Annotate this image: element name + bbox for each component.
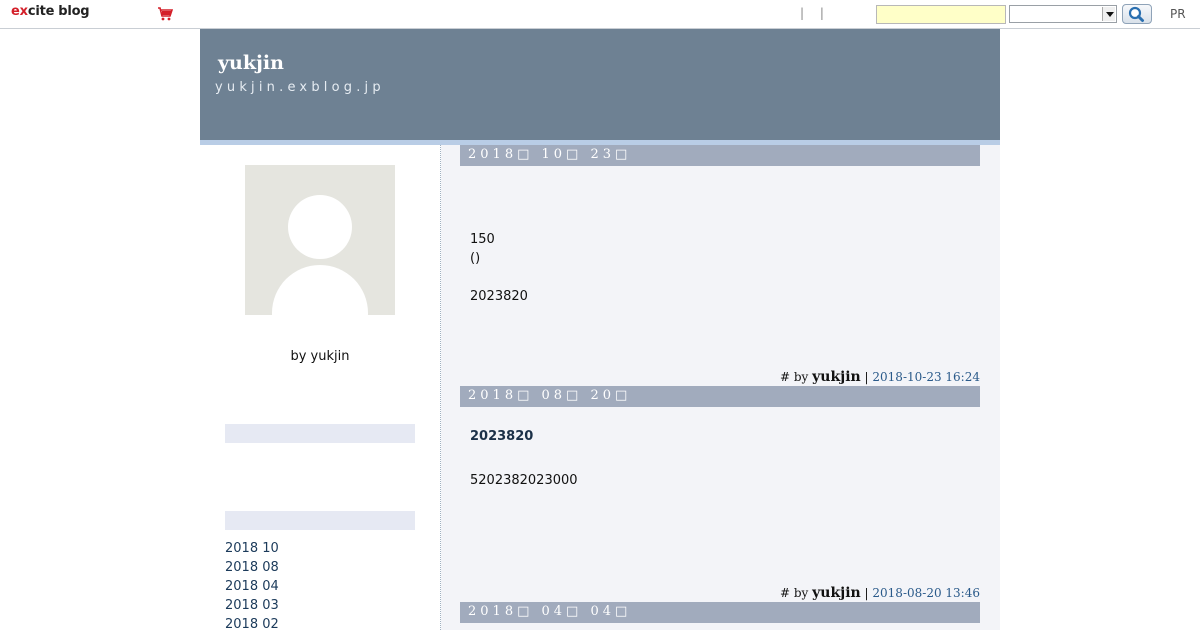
permalink-hash[interactable]: # <box>780 586 790 600</box>
chevron-down-icon <box>1102 7 1115 21</box>
archive-list: 2018 10 2018 08 2018 04 2018 03 2018 02 <box>225 541 279 630</box>
post-line: () <box>470 251 481 266</box>
footer-separator: | <box>864 370 869 384</box>
search-button[interactable] <box>1122 4 1152 24</box>
excite-blog-logo[interactable]: e x cite blog <box>11 4 90 26</box>
permalink-hash[interactable]: # <box>780 370 790 384</box>
logo-x: x <box>19 4 28 19</box>
post-footer: # by yukjin | 2018-10-23 16:24 <box>780 369 980 385</box>
top-links[interactable]: | | <box>800 6 830 20</box>
sidebar-archive-header <box>225 511 415 530</box>
archive-item[interactable]: 2018 08 <box>225 560 279 579</box>
post-timestamp[interactable]: 2018-10-23 16:24 <box>872 370 980 384</box>
user-avatar-icon <box>245 165 395 315</box>
post-date: 2018□ 08□ 20□ <box>460 386 980 407</box>
post-timestamp[interactable]: 2018-08-20 13:46 <box>872 586 980 600</box>
post-author[interactable]: yukjin <box>812 369 861 385</box>
archive-item[interactable]: 2018 03 <box>225 598 279 617</box>
footer-by: by <box>793 586 809 600</box>
archive-item[interactable]: 2018 10 <box>225 541 279 560</box>
post-date: 2018□ 10□ 23□ <box>460 145 980 166</box>
search-scope-select[interactable] <box>1009 5 1117 23</box>
footer-by: by <box>793 370 809 384</box>
shopping-cart-icon[interactable] <box>157 7 173 21</box>
post-line: 150 <box>470 232 495 247</box>
profile-byline: by yukjin <box>290 349 350 364</box>
search-icon <box>1128 6 1144 22</box>
blog-header: yukjin yukjin.exblog.jp <box>200 29 1000 140</box>
footer-separator: | <box>864 586 869 600</box>
sidebar: by yukjin 2018 10 2018 08 2018 04 2018 0… <box>200 145 440 630</box>
post-line: 2023820 <box>470 289 528 304</box>
top-bar: e x cite blog | | PR <box>0 0 1200 29</box>
archive-item[interactable]: 2018 02 <box>225 617 279 630</box>
logo-cite: cite <box>27 4 55 19</box>
archive-item[interactable]: 2018 04 <box>225 579 279 598</box>
post-author[interactable]: yukjin <box>812 585 861 601</box>
logo-e: e <box>11 4 20 19</box>
logo-blog: blog <box>58 4 90 19</box>
post-line: 5202382023000 <box>470 473 578 488</box>
pr-link[interactable]: PR <box>1170 7 1186 21</box>
post-footer: # by yukjin | 2018-08-20 13:46 <box>780 585 980 601</box>
post-date: 2018□ 04□ 04□ <box>460 602 980 623</box>
blog-url: yukjin.exblog.jp <box>215 80 385 95</box>
post-title[interactable]: 2023820 <box>470 429 533 444</box>
sidebar-section-header <box>225 424 415 443</box>
search-input[interactable] <box>876 5 1006 24</box>
main-content: 2018□ 10□ 23□ 150 () 2023820 # by yukjin… <box>441 145 1000 630</box>
blog-title[interactable]: yukjin <box>218 52 284 74</box>
